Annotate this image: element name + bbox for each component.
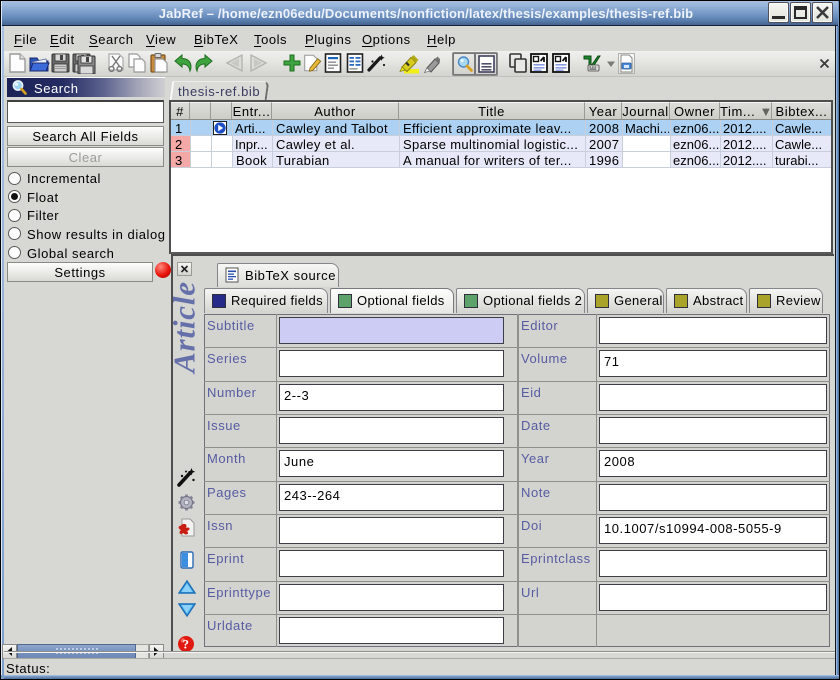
svg-text:?: ?	[182, 637, 189, 652]
